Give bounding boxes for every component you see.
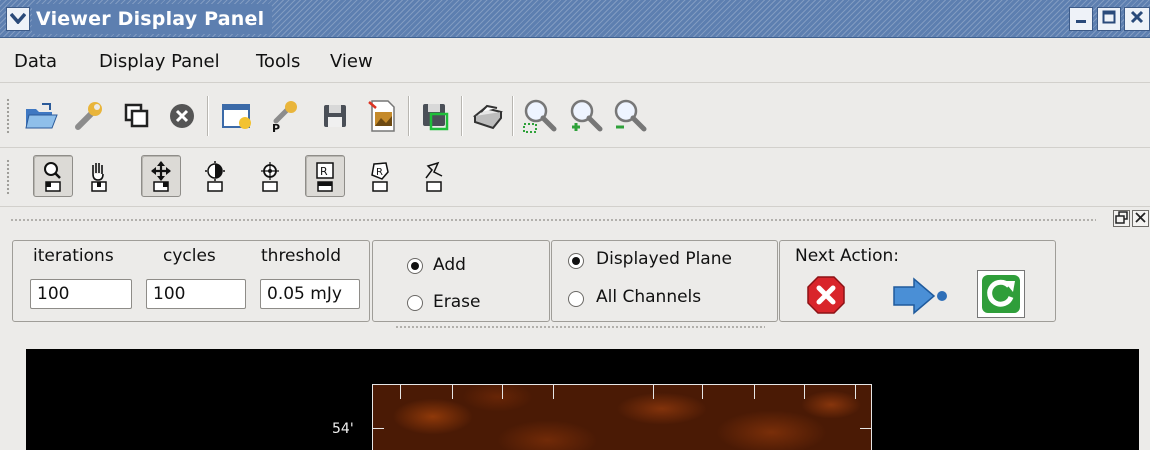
rectangle-region-tool-button[interactable]: R: [305, 155, 345, 197]
chevron-down-icon: [9, 9, 27, 29]
x-tick: [653, 385, 654, 399]
menu-display-panel[interactable]: Display Panel: [99, 51, 220, 72]
toolbar-grip[interactable]: [6, 159, 10, 195]
y-tick-label: 54': [332, 421, 354, 437]
zoom-fit-icon[interactable]: [521, 97, 559, 135]
iterations-input[interactable]: 100: [30, 279, 132, 309]
title-bar[interactable]: Viewer Display Panel: [0, 0, 1150, 38]
threshold-input[interactable]: 0.05 mJy: [260, 279, 360, 309]
toolbar-separator: [512, 96, 514, 136]
window-menu-button[interactable]: [6, 7, 30, 31]
open-folder-icon[interactable]: [22, 97, 60, 135]
toolbar-separator: [461, 96, 463, 136]
menu-view[interactable]: View: [330, 51, 373, 72]
add-radio[interactable]: [407, 258, 423, 274]
refresh-button[interactable]: [977, 270, 1025, 318]
erase-label[interactable]: Erase: [433, 292, 480, 312]
minimize-button[interactable]: [1069, 7, 1093, 31]
x-tick: [502, 385, 503, 399]
next-action-group: Next Action:: [779, 240, 1056, 322]
dock-handle[interactable]: [10, 218, 1096, 222]
polygon-region-tool-button[interactable]: R: [360, 155, 400, 197]
float-panel-button[interactable]: [1113, 210, 1130, 227]
all-channels-label[interactable]: All Channels: [596, 287, 701, 307]
y-tick: [860, 428, 872, 429]
close-icon: [1134, 209, 1147, 229]
panel-resize-handle[interactable]: [395, 325, 765, 329]
image-frame: [372, 384, 872, 450]
svg-text:R: R: [320, 165, 328, 178]
close-circle-icon[interactable]: [163, 97, 201, 135]
refresh-icon: [978, 275, 1024, 322]
mask-mode-group: Add Erase: [372, 240, 550, 322]
menu-tools[interactable]: Tools: [256, 51, 300, 72]
menu-bar: Data Display Panel Tools View: [0, 39, 1150, 83]
x-tick: [855, 385, 856, 399]
toolbar-separator: [408, 96, 410, 136]
print-icon[interactable]: [469, 97, 507, 135]
displayed-plane-radio[interactable]: [568, 253, 584, 269]
toolbar-grip[interactable]: [6, 98, 10, 134]
new-panel-icon[interactable]: [218, 97, 256, 135]
pan-tool-button[interactable]: [79, 155, 119, 197]
zoom-in-icon[interactable]: [567, 97, 605, 135]
displayed-plane-label[interactable]: Displayed Plane: [596, 249, 732, 269]
maximize-button[interactable]: [1097, 7, 1121, 31]
save-icon[interactable]: [316, 97, 354, 135]
crosshair-tool-button[interactable]: [250, 155, 290, 197]
polyline-tool-button[interactable]: [414, 155, 454, 197]
close-panel-button[interactable]: [1132, 210, 1149, 227]
x-tick: [452, 385, 453, 399]
window-title: Viewer Display Panel: [36, 8, 265, 30]
svg-text:R: R: [376, 167, 383, 178]
wrench-icon[interactable]: [70, 97, 108, 135]
image-display-canvas[interactable]: 54': [26, 349, 1139, 450]
clean-parameters-group: iterations cycles threshold 100 100 0.05…: [12, 240, 370, 322]
y-tick: [372, 428, 384, 429]
continue-arrow-icon: [890, 277, 952, 320]
stop-button[interactable]: [806, 275, 846, 315]
x-tick: [754, 385, 755, 399]
maximize-icon: [1102, 9, 1116, 29]
save-region-icon[interactable]: [416, 97, 454, 135]
erase-radio[interactable]: [407, 295, 423, 311]
copy-icon[interactable]: [118, 97, 156, 135]
threshold-label: threshold: [261, 246, 342, 266]
continue-button[interactable]: [890, 277, 952, 315]
zoom-out-icon[interactable]: [611, 97, 649, 135]
stop-icon: [806, 276, 846, 320]
x-tick: [804, 385, 805, 399]
mouse-tools-toolbar: R R: [0, 149, 1150, 207]
toolbar-separator: [207, 96, 209, 136]
x-tick: [553, 385, 554, 399]
cycles-label: cycles: [163, 246, 216, 266]
panel-options-icon[interactable]: P: [266, 97, 304, 135]
next-action-label: Next Action:: [795, 246, 899, 266]
all-channels-radio[interactable]: [568, 291, 584, 307]
close-icon: [1130, 9, 1144, 29]
x-tick: [400, 385, 401, 399]
main-toolbar: P: [0, 84, 1150, 148]
close-window-button[interactable]: [1124, 7, 1150, 31]
zoom-tool-button[interactable]: [33, 155, 73, 197]
contrast-tool-button[interactable]: [195, 155, 235, 197]
add-label[interactable]: Add: [433, 255, 466, 275]
plane-selection-group: Displayed Plane All Channels: [551, 240, 778, 322]
move-tool-button[interactable]: [141, 155, 181, 197]
minimize-icon: [1074, 9, 1088, 29]
svg-text:P: P: [272, 122, 280, 133]
float-icon: [1115, 209, 1128, 229]
x-tick: [702, 385, 703, 399]
export-image-icon[interactable]: [364, 97, 402, 135]
iterations-label: iterations: [33, 246, 114, 266]
cycles-input[interactable]: 100: [146, 279, 246, 309]
title-label-bg: Viewer Display Panel: [32, 4, 273, 34]
menu-data[interactable]: Data: [14, 51, 57, 72]
